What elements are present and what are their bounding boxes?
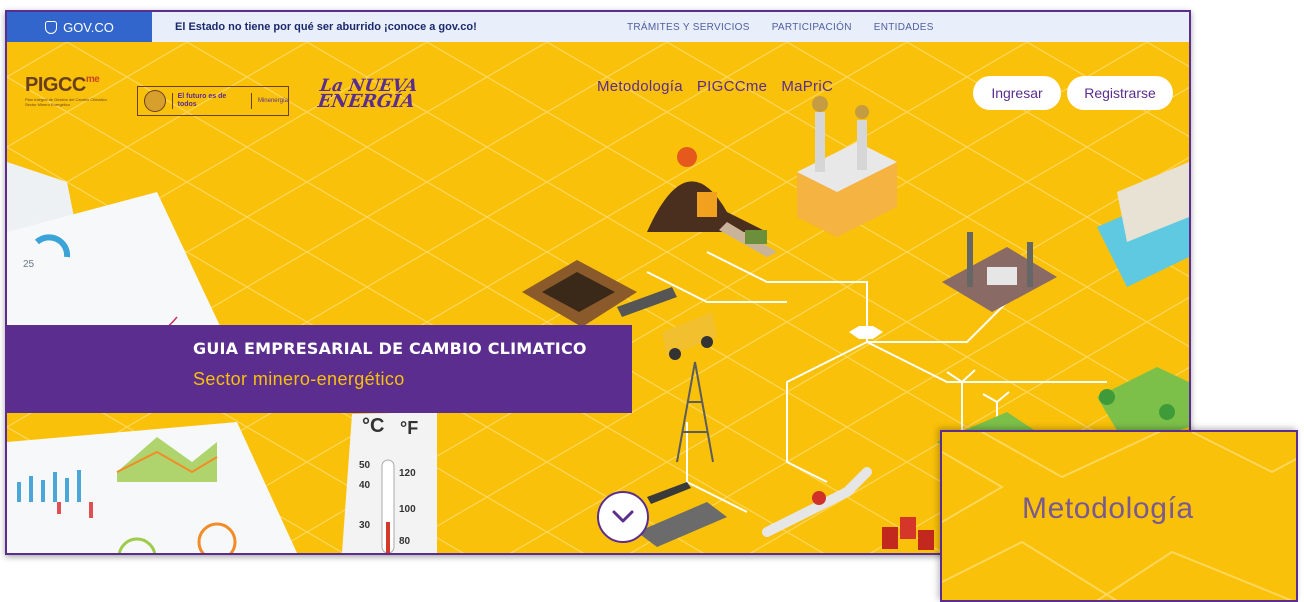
coat-of-arms-icon	[144, 90, 166, 112]
hero-subtitle: Sector minero-energético	[193, 369, 405, 389]
thermo-c-label: °C	[362, 415, 385, 437]
thermo-mark: 30	[359, 520, 371, 531]
thermo-mark: 40	[359, 480, 371, 491]
thermo-mark: 80	[399, 536, 411, 547]
nueva-energia-logo[interactable]: La NUEVA ENERGÍA	[316, 76, 418, 112]
register-button[interactable]: Registrarse	[1067, 76, 1173, 110]
thermometer	[342, 412, 437, 553]
chevron-down-icon	[612, 510, 634, 523]
thermo-mark: 120	[399, 468, 416, 479]
gov-link-tramites[interactable]: TRÁMITES Y SERVICIOS	[627, 22, 750, 33]
pigcc-logo-subtitle: Plan Integral de Gestión del Cambio Clim…	[25, 97, 107, 107]
shield-icon	[45, 20, 58, 34]
gov-link-entidades[interactable]: ENTIDADES	[874, 22, 934, 33]
gov-brand-label: GOV.CO	[63, 19, 114, 35]
zoom-callout: Metodología	[940, 430, 1298, 602]
hero-banner: GUIA EMPRESARIAL DE CAMBIO CLIMATICO Sec…	[7, 325, 632, 413]
gov-links: TRÁMITES Y SERVICIOS PARTICIPACIÓN ENTID…	[627, 12, 934, 42]
ministry-name: Minenergía	[257, 98, 288, 104]
thermo-f-label: °F	[400, 418, 419, 438]
zoom-label-metodologia: Metodología	[1022, 492, 1194, 525]
gov-link-participacion[interactable]: PARTICIPACIÓN	[772, 22, 852, 33]
pigccme-logo[interactable]: PIGCCme Plan Integral de Gestión del Cam…	[25, 74, 115, 112]
nueva-energia-line2: ENERGÍA	[316, 91, 417, 112]
gov-tagline[interactable]: El Estado no tiene por qué ser aburrido …	[175, 12, 477, 42]
hero-title: GUIA EMPRESARIAL DE CAMBIO CLIMATICO	[193, 339, 587, 358]
pigcc-logo-suffix: me	[85, 74, 100, 85]
chart-number-label: 25	[23, 259, 35, 270]
thermo-mark: 50	[359, 460, 371, 471]
gov-top-bar: GOV.CO El Estado no tiene por qué ser ab…	[7, 12, 1189, 42]
gov-slogan: El futuro es de todos	[171, 93, 252, 109]
login-button[interactable]: Ingresar	[973, 76, 1061, 110]
gov-brand-link[interactable]: GOV.CO	[7, 12, 152, 42]
thermo-mark: 100	[399, 504, 416, 515]
minenergia-logo[interactable]: El futuro es de todos Minenergía	[137, 86, 289, 116]
nav-item-pigccme[interactable]: PIGCCme	[697, 78, 767, 95]
pigcc-logo-text: PIGCC	[25, 74, 86, 96]
nav-item-metodologia[interactable]: Metodología	[597, 78, 683, 95]
scroll-down-button[interactable]	[597, 491, 649, 543]
main-nav: Metodología PIGCCme MaPriC	[597, 78, 833, 95]
nav-item-mapric[interactable]: MaPriC	[781, 78, 833, 95]
